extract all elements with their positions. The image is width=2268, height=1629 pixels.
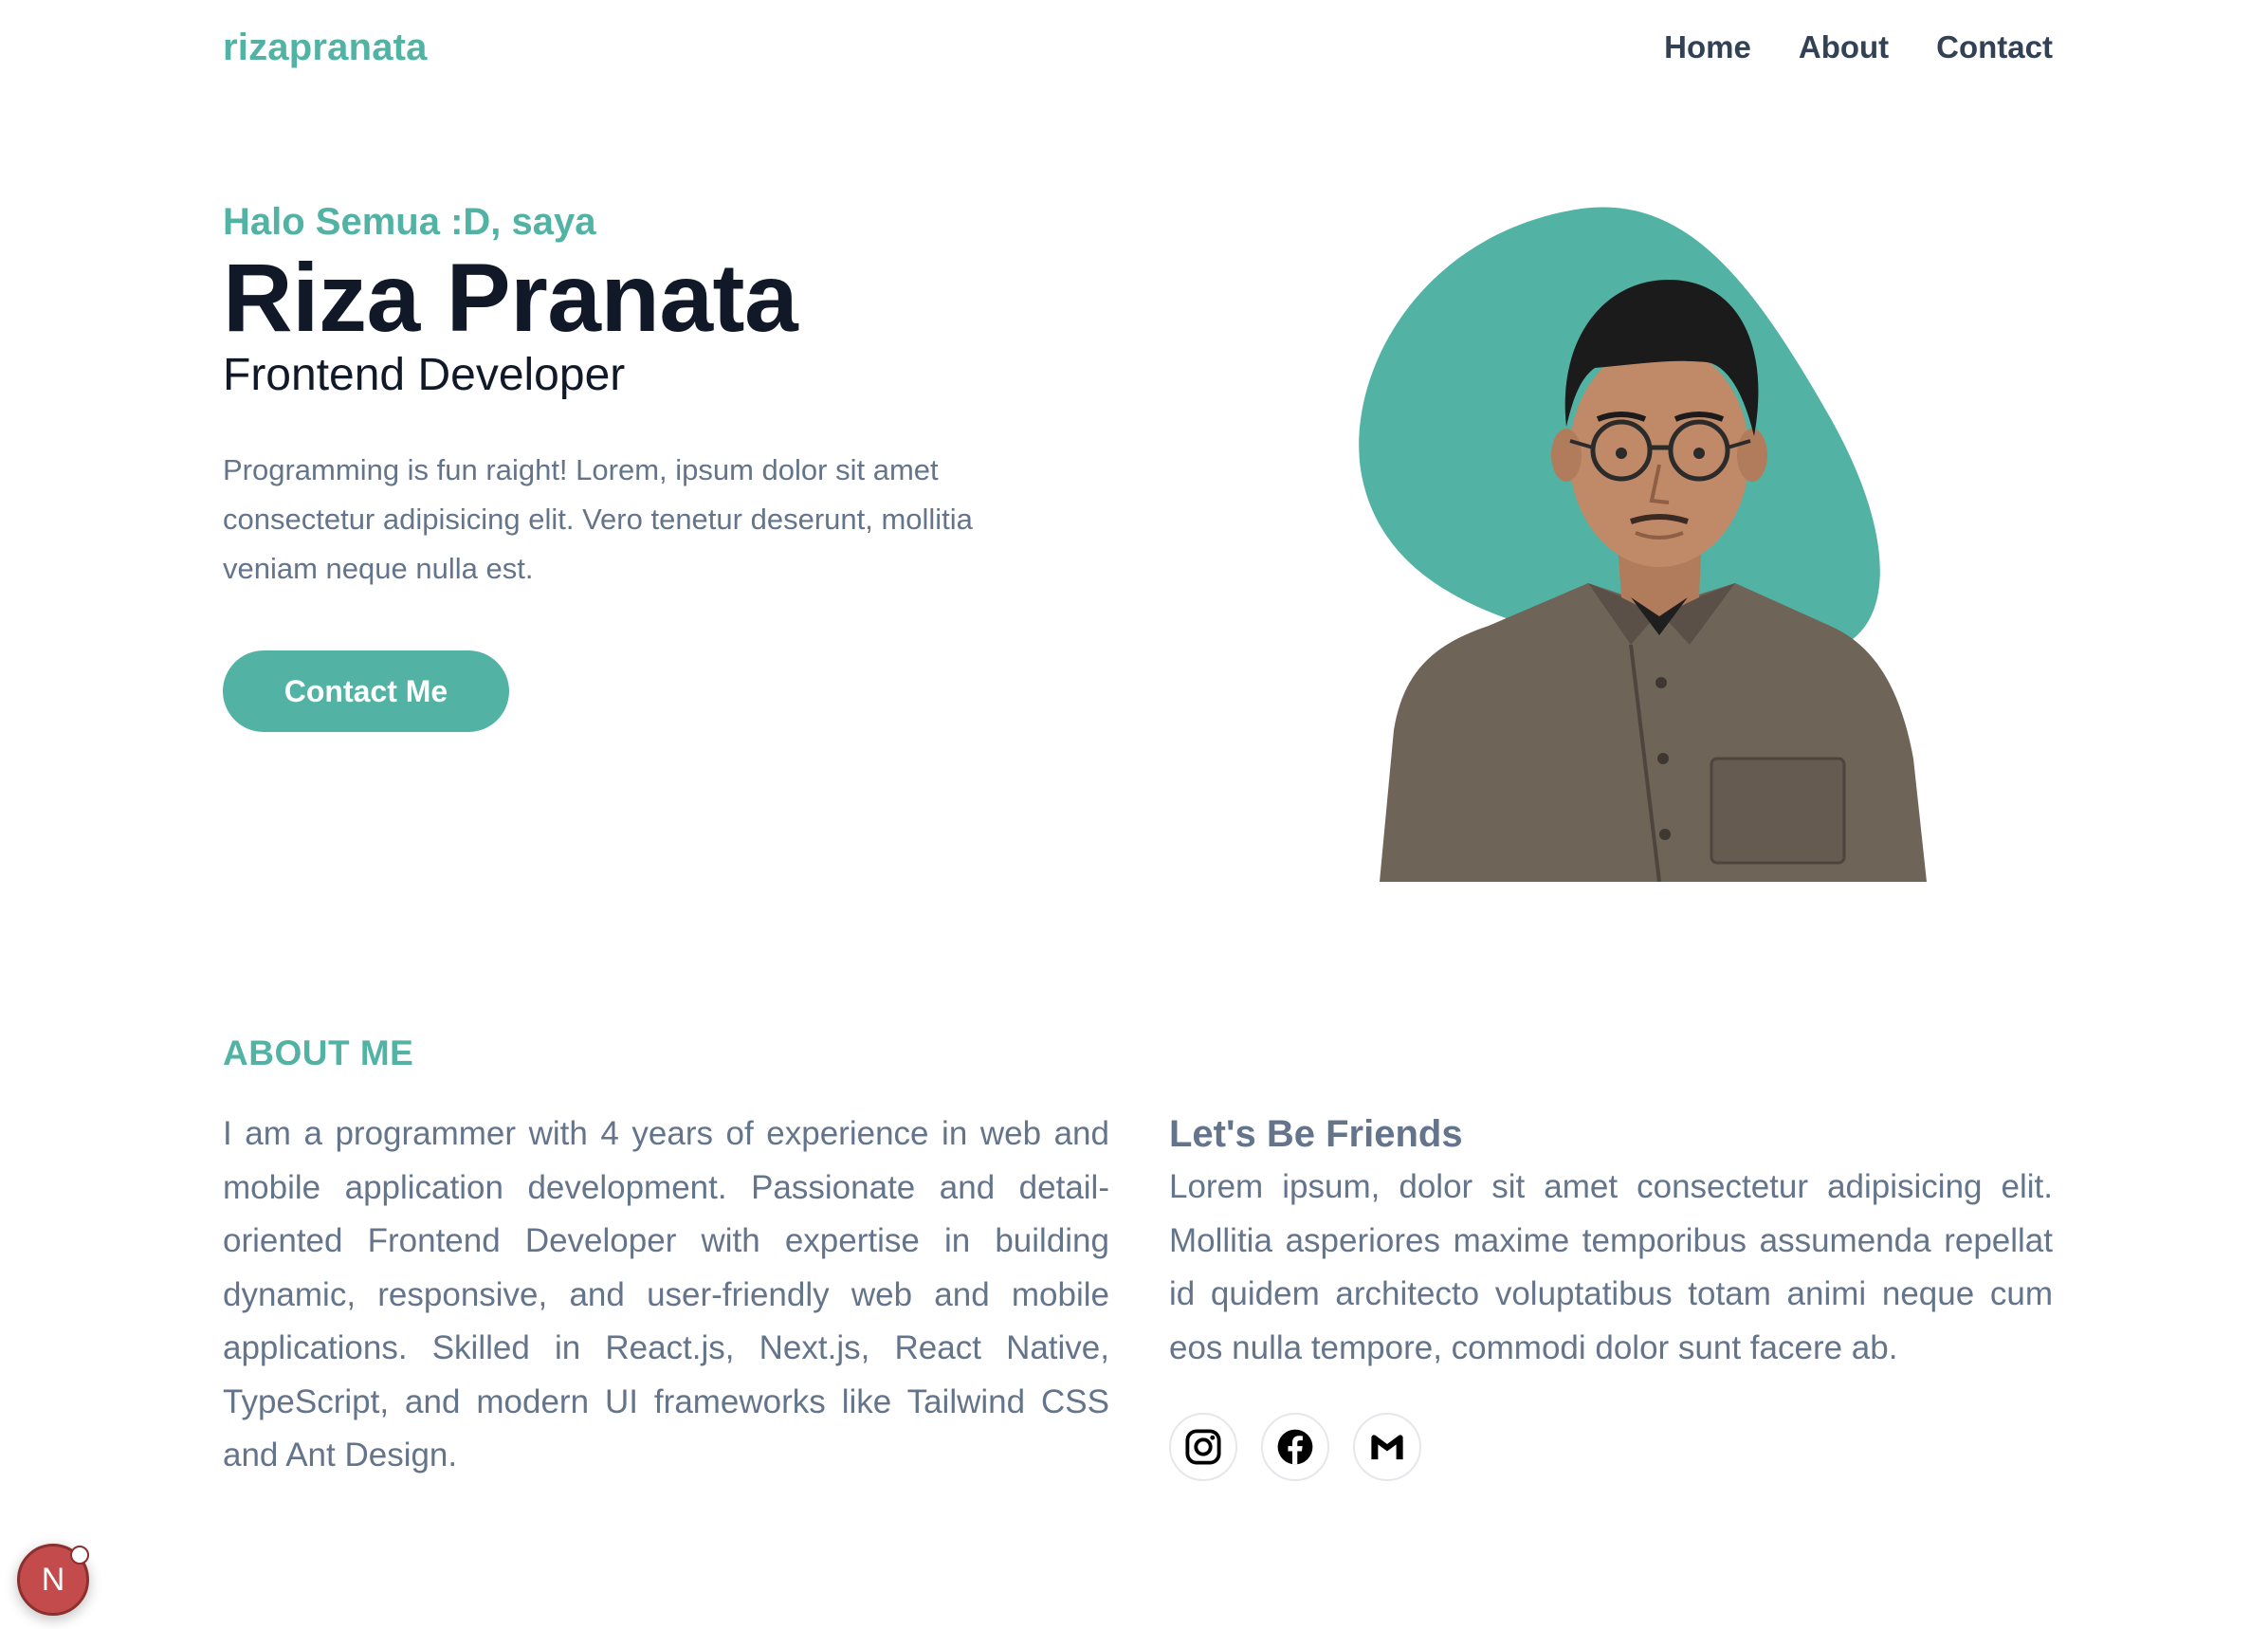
nav-home-link[interactable]: Home — [1664, 29, 1751, 65]
about-description: I am a programmer with 4 years of experi… — [223, 1115, 1109, 1473]
dev-tools-indicator — [70, 1546, 89, 1565]
contact-me-button[interactable]: Contact Me — [223, 650, 509, 732]
friends-section: Let's Be Friends Lorem ipsum, dolor sit … — [1169, 1107, 2053, 1481]
gmail-icon — [1371, 1435, 1403, 1460]
hero-description: Programming is fun raight! Lorem, ipsum … — [223, 453, 973, 585]
portrait-illustration — [1359, 207, 1927, 882]
nav-about-link[interactable]: About — [1799, 29, 1889, 65]
hero-greeting: Halo Semua :D, saya — [223, 201, 596, 243]
main-nav: Home About Contact — [1664, 29, 2053, 65]
social-links — [1169, 1413, 2053, 1481]
gmail-link[interactable] — [1353, 1413, 1421, 1481]
about-title: ABOUT ME — [223, 1034, 414, 1072]
facebook-icon — [1277, 1429, 1313, 1465]
instagram-link[interactable] — [1169, 1413, 1237, 1481]
hero-section: Halo Semua :D, saya Riza Pranata Fronten… — [223, 199, 1076, 732]
profile-portrait — [1346, 199, 1953, 882]
portrait-face — [1569, 343, 1749, 567]
site-logo[interactable]: rizapranata — [223, 27, 428, 69]
friends-title: Let's Be Friends — [1169, 1113, 1463, 1155]
hero-role: Frontend Developer — [223, 350, 626, 400]
nav-contact-link[interactable]: Contact — [1936, 29, 2053, 65]
hero-name: Riza Pranata — [223, 244, 798, 352]
friends-description: Lorem ipsum, dolor sit amet consectetur … — [1169, 1168, 2053, 1366]
instagram-icon — [1185, 1429, 1221, 1465]
facebook-link[interactable] — [1261, 1413, 1329, 1481]
site-header: rizapranata Home About Contact — [223, 0, 2053, 95]
